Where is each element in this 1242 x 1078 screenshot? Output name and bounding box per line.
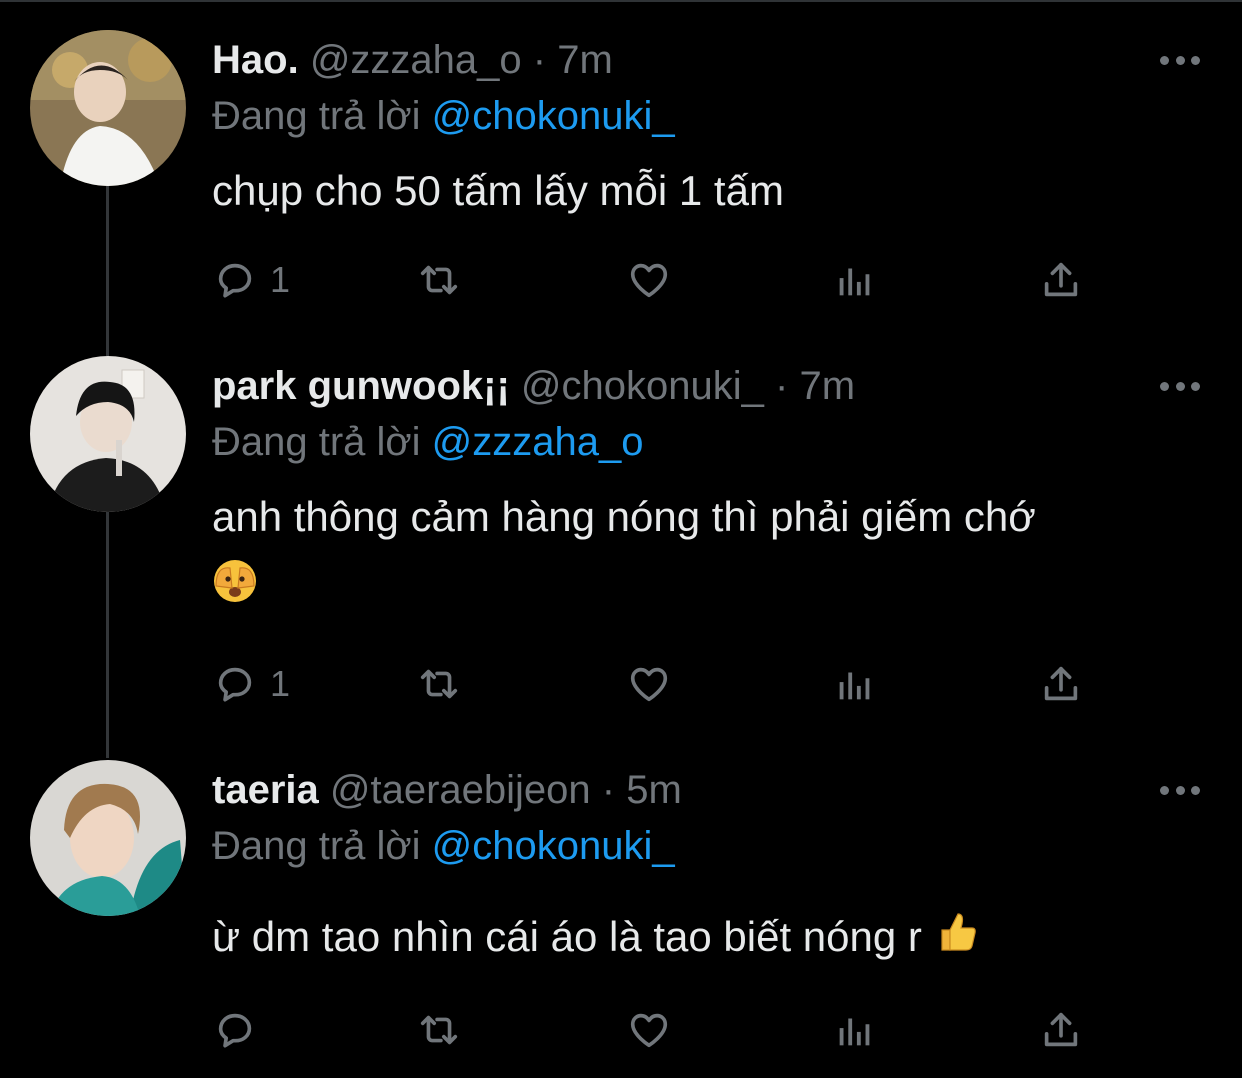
retweet-icon <box>420 1015 458 1045</box>
retweet-icon <box>420 669 458 699</box>
avatar[interactable] <box>30 30 186 186</box>
tweet-text-line: ừ dm tao nhìn cái áo là tao biết nóng r <box>212 906 1202 971</box>
views-button[interactable] <box>832 250 878 310</box>
replying-to-label: Đang trả lời <box>212 420 421 464</box>
share-icon <box>1044 1012 1078 1047</box>
retweet-icon <box>420 265 458 295</box>
timestamp[interactable]: 7m <box>799 364 855 408</box>
heart-icon <box>630 1013 668 1048</box>
reply-icon <box>218 1013 252 1048</box>
avatar[interactable] <box>30 356 186 512</box>
replying-to-label: Đang trả lời <box>212 824 421 868</box>
more-icon[interactable] <box>1160 782 1200 798</box>
replying-to-label: Đang trả lời <box>212 94 421 138</box>
reply-button[interactable]: 1 <box>212 250 290 310</box>
reply-button[interactable]: 1 <box>212 654 290 714</box>
share-button[interactable] <box>1038 250 1084 310</box>
more-icon[interactable] <box>1160 378 1200 394</box>
replying-to: Đang trả lời @chokonuki_ <box>212 86 675 146</box>
user-handle[interactable]: @chokonuki_ <box>521 364 764 408</box>
separator: · <box>775 364 789 408</box>
reply-count: 1 <box>270 663 291 704</box>
tweet-header: Hao. @zzzaha_o · 7m <box>212 30 613 90</box>
action-bar: 1 <box>212 654 1112 714</box>
tweet-text: anh thông cảm hàng nóng thì phải giếm ch… <box>212 493 1036 540</box>
heart-icon <box>630 263 668 298</box>
tweet-header: taeria @taeraebijeon · 5m <box>212 760 682 820</box>
retweet-button[interactable] <box>416 1000 462 1060</box>
timestamp[interactable]: 7m <box>557 38 613 82</box>
retweet-button[interactable] <box>416 250 462 310</box>
reply-icon <box>218 263 252 298</box>
like-button[interactable] <box>626 654 672 714</box>
heart-icon <box>630 667 668 702</box>
separator: · <box>532 38 547 82</box>
like-button[interactable] <box>626 250 672 310</box>
display-name[interactable]: park gunwook¡¡ <box>212 364 510 408</box>
action-bar <box>212 1000 1112 1060</box>
face-with-hand-over-eyes-emoji <box>212 558 258 621</box>
tweet-text: ừ dm tao nhìn cái áo là tao biết nóng r <box>212 913 922 960</box>
timestamp[interactable]: 5m <box>626 768 682 812</box>
share-button[interactable] <box>1038 1000 1084 1060</box>
thumbs-up-emoji <box>934 908 980 971</box>
action-bar: 1 <box>212 250 1112 310</box>
tweet[interactable]: Hao. @zzzaha_o · 7m Đang trả lời @chokon… <box>0 30 1242 330</box>
replying-to: Đang trả lời @chokonuki_ <box>212 816 675 876</box>
mention-link[interactable]: @chokonuki_ <box>432 94 675 138</box>
reply-button[interactable] <box>212 1000 270 1060</box>
share-button[interactable] <box>1038 654 1084 714</box>
tweet-text: chụp cho 50 tấm lấy mỗi 1 tấm <box>212 167 784 214</box>
share-icon <box>1044 262 1078 297</box>
analytics-icon <box>839 672 870 700</box>
retweet-button[interactable] <box>416 654 462 714</box>
tweet[interactable]: park gunwook¡¡ @chokonuki_ · 7m Đang trả… <box>0 356 1242 736</box>
views-button[interactable] <box>832 654 878 714</box>
views-button[interactable] <box>832 1000 878 1060</box>
tweet-header: park gunwook¡¡ @chokonuki_ · 7m <box>212 356 855 416</box>
analytics-icon <box>839 1018 870 1046</box>
reply-icon <box>218 667 252 702</box>
analytics-icon <box>839 268 870 296</box>
tweet-text-emoji-line <box>212 556 1202 621</box>
tweet[interactable]: taeria @taeraebijeon · 5m Đang trả lời @… <box>0 760 1242 1070</box>
display-name[interactable]: Hao. <box>212 38 299 82</box>
mention-link[interactable]: @chokonuki_ <box>432 824 675 868</box>
user-handle[interactable]: @zzzaha_o <box>310 38 522 82</box>
top-divider <box>0 0 1242 2</box>
mention-link[interactable]: @zzzaha_o <box>432 420 644 464</box>
display-name[interactable]: taeria <box>212 768 319 812</box>
reply-count: 1 <box>270 259 291 300</box>
user-handle[interactable]: @taeraebijeon <box>330 768 591 812</box>
separator: · <box>601 768 616 812</box>
share-icon <box>1044 666 1078 701</box>
avatar[interactable] <box>30 760 186 916</box>
like-button[interactable] <box>626 1000 672 1060</box>
more-icon[interactable] <box>1160 52 1200 68</box>
replying-to: Đang trả lời @zzzaha_o <box>212 412 644 472</box>
